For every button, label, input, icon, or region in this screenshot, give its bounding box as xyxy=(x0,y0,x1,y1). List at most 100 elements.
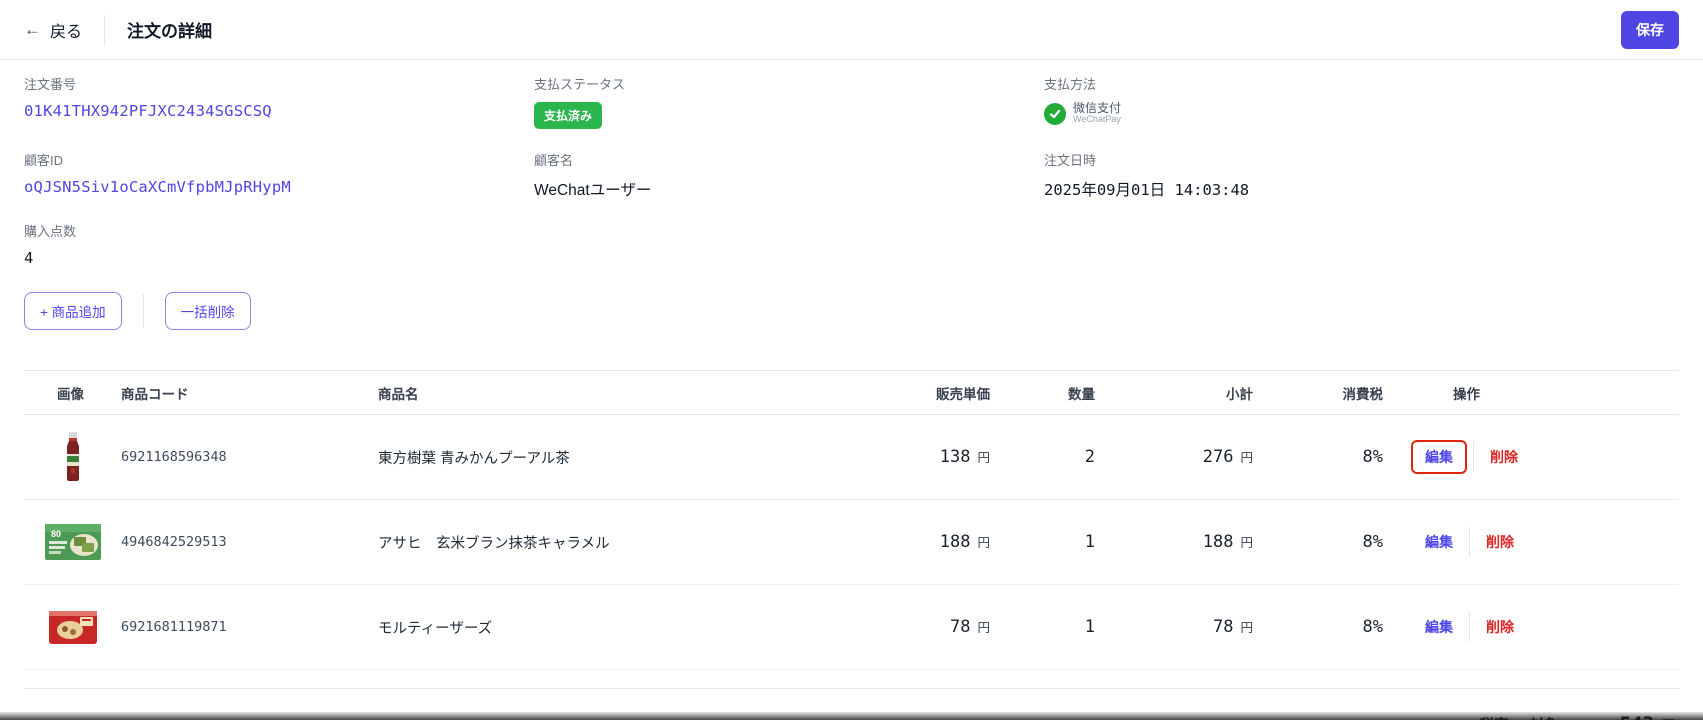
back-button[interactable]: ← 戻る xyxy=(24,18,82,42)
edit-link-highlighted[interactable]: 編集 xyxy=(1411,440,1467,474)
payment-status-label: 支払ステータス xyxy=(534,77,626,92)
unit-price-value: 78 xyxy=(950,617,971,637)
qty-cell: 1 xyxy=(994,532,1109,552)
topbar-divider xyxy=(104,14,106,45)
col-header-subtotal: 小計 xyxy=(1226,386,1253,402)
col-header-name: 商品名 xyxy=(378,386,419,402)
customer-id-field: 顧客ID oQJSN5Siv1oCaXCmVfpbMJpRHypM xyxy=(24,150,534,200)
add-product-button[interactable]: + 商品追加 xyxy=(24,292,122,330)
edit-link[interactable]: 編集 xyxy=(1425,532,1453,552)
yen-unit: 円 xyxy=(977,621,990,635)
unit-price-cell: 188 円 xyxy=(864,532,994,552)
product-image-tea-bottle xyxy=(24,432,121,482)
yen-unit: 円 xyxy=(1240,451,1253,465)
customer-id-label: 顧客ID xyxy=(24,153,64,168)
subtotal-cell: 78 円 xyxy=(1109,617,1257,637)
ops-divider xyxy=(1469,527,1470,557)
order-number-value[interactable]: 01K41THX942PFJXC2434SGSCSQ xyxy=(24,102,534,120)
subtotal-cell: 188 円 xyxy=(1109,532,1257,552)
tax-cell: 8% xyxy=(1257,617,1387,637)
save-button[interactable]: 保存 xyxy=(1621,10,1679,49)
qty-cell: 2 xyxy=(994,447,1109,467)
product-name: アサヒ 玄米ブラン抹茶キャラメル xyxy=(378,535,610,552)
order-number-field: 注文番号 01K41THX942PFJXC2434SGSCSQ xyxy=(24,74,534,129)
ops-cell: 編集 削除 xyxy=(1387,440,1679,474)
subtotal-cell: 276 円 xyxy=(1109,447,1257,467)
col-header-tax: 消費税 xyxy=(1342,386,1384,402)
order-detail-page: ← 戻る 注文の詳細 保存 注文番号 01K41THX942PFJXC2434S… xyxy=(0,0,1703,720)
paid-status-badge: 支払済み xyxy=(534,102,603,129)
order-datetime-value: 2025年09月01日 14:03:48 xyxy=(1044,181,1250,199)
col-header-image: 画像 xyxy=(57,386,84,402)
order-datetime-label: 注文日時 xyxy=(1044,153,1097,168)
table-row: 6921681119871 モルティーザーズ 78 円 1 78 円 8% 編集 削… xyxy=(24,585,1679,670)
delete-link[interactable]: 削除 xyxy=(1490,447,1518,467)
order-items-table: 画像 商品コード 商品名 販売単価 数量 小計 消費税 操作 692116859… xyxy=(24,370,1679,670)
tax-value: 8% xyxy=(1362,532,1383,552)
wechat-check-icon xyxy=(1044,102,1066,125)
back-label: 戻る xyxy=(50,23,83,41)
unit-price-cell: 138 円 xyxy=(864,447,994,467)
wechat-pay-wordmark: 微信支付 WeChatPay xyxy=(1073,101,1121,125)
qty-cell: 1 xyxy=(994,617,1109,637)
payment-status-field: 支払ステータス 支払済み xyxy=(534,74,1044,129)
customer-name-label: 顧客名 xyxy=(534,153,574,168)
back-arrow-icon: ← xyxy=(24,19,41,39)
tax-cell: 8% xyxy=(1257,532,1387,552)
col-header-ops: 操作 xyxy=(1453,386,1480,402)
bottom-edge-shadow xyxy=(0,712,1703,720)
subtotal-value: 276 xyxy=(1202,447,1234,467)
subtotal-value: 78 xyxy=(1213,617,1234,637)
col-header-unit-price: 販売単価 xyxy=(936,386,990,402)
qty-value: 2 xyxy=(1084,447,1095,467)
col-header-code: 商品コード xyxy=(121,386,189,402)
item-count-label: 購入点数 xyxy=(24,224,77,239)
item-count-value: 4 xyxy=(24,249,34,267)
product-image-red-candy-bag xyxy=(24,607,121,647)
unit-price-value: 138 xyxy=(939,447,971,467)
product-code: 4946842529513 xyxy=(121,534,227,550)
customer-name-field: 顧客名 WeChatユーザー xyxy=(534,150,1044,200)
table-row: 6921168596348 東方樹葉 青みかんプーアル茶 138 円 2 276 円… xyxy=(24,415,1679,500)
delete-link[interactable]: 削除 xyxy=(1486,532,1514,552)
actions-divider xyxy=(142,294,144,328)
yen-unit: 円 xyxy=(977,536,990,550)
qty-value: 1 xyxy=(1084,617,1095,637)
tax-cell: 8% xyxy=(1257,447,1387,467)
subtotal-value: 188 xyxy=(1202,532,1234,552)
product-name: 東方樹葉 青みかんプーアル茶 xyxy=(378,450,570,467)
table-actions: + 商品追加 一括削除 xyxy=(0,288,1703,330)
product-image-green-cereal-box: 80 xyxy=(24,521,121,563)
product-name: モルティーザーズ xyxy=(378,620,493,637)
yen-unit: 円 xyxy=(1240,536,1253,550)
item-count-field: 購入点数 4 xyxy=(24,221,534,267)
order-number-label: 注文番号 xyxy=(24,77,77,92)
qty-value: 1 xyxy=(1084,532,1095,552)
yen-unit: 円 xyxy=(1240,621,1253,635)
ops-divider xyxy=(1473,442,1474,472)
order-datetime-field: 注文日時 2025年09月01日 14:03:48 xyxy=(1044,150,1679,200)
order-info-section: 注文番号 01K41THX942PFJXC2434SGSCSQ 支払ステータス … xyxy=(0,60,1703,288)
payment-method-label: 支払方法 xyxy=(1044,77,1097,92)
col-header-qty: 数量 xyxy=(1068,386,1095,402)
delete-link[interactable]: 削除 xyxy=(1486,617,1514,637)
ops-divider xyxy=(1469,612,1470,642)
edit-link[interactable]: 編集 xyxy=(1425,617,1453,637)
table-header-row: 画像 商品コード 商品名 販売単価 数量 小計 消費税 操作 xyxy=(24,371,1679,415)
ops-cell: 編集 削除 xyxy=(1387,527,1679,557)
bulk-delete-button[interactable]: 一括削除 xyxy=(164,292,251,330)
tax-value: 8% xyxy=(1362,617,1383,637)
payment-method-field: 支払方法 微信支付 WeChatPay xyxy=(1044,74,1679,129)
product-code: 6921681119871 xyxy=(121,619,227,635)
unit-price-cell: 78 円 xyxy=(864,617,994,637)
page-title: 注文の詳細 xyxy=(127,22,213,41)
customer-id-value[interactable]: oQJSN5Siv1oCaXCmVfpbMJpRHypM xyxy=(24,178,534,196)
unit-price-value: 188 xyxy=(939,532,971,552)
wechat-pay-logo: 微信支付 WeChatPay xyxy=(1044,101,1679,125)
customer-name-value: WeChatユーザー xyxy=(534,182,652,199)
product-code: 6921168596348 xyxy=(121,449,227,465)
ops-cell: 編集 削除 xyxy=(1387,612,1679,642)
yen-unit: 円 xyxy=(977,451,990,465)
table-row: 80 4946842529513 アサヒ 玄米ブラン抹茶キャラメル 188 円 1… xyxy=(24,500,1679,585)
wechat-pay-en: WeChatPay xyxy=(1073,114,1121,125)
